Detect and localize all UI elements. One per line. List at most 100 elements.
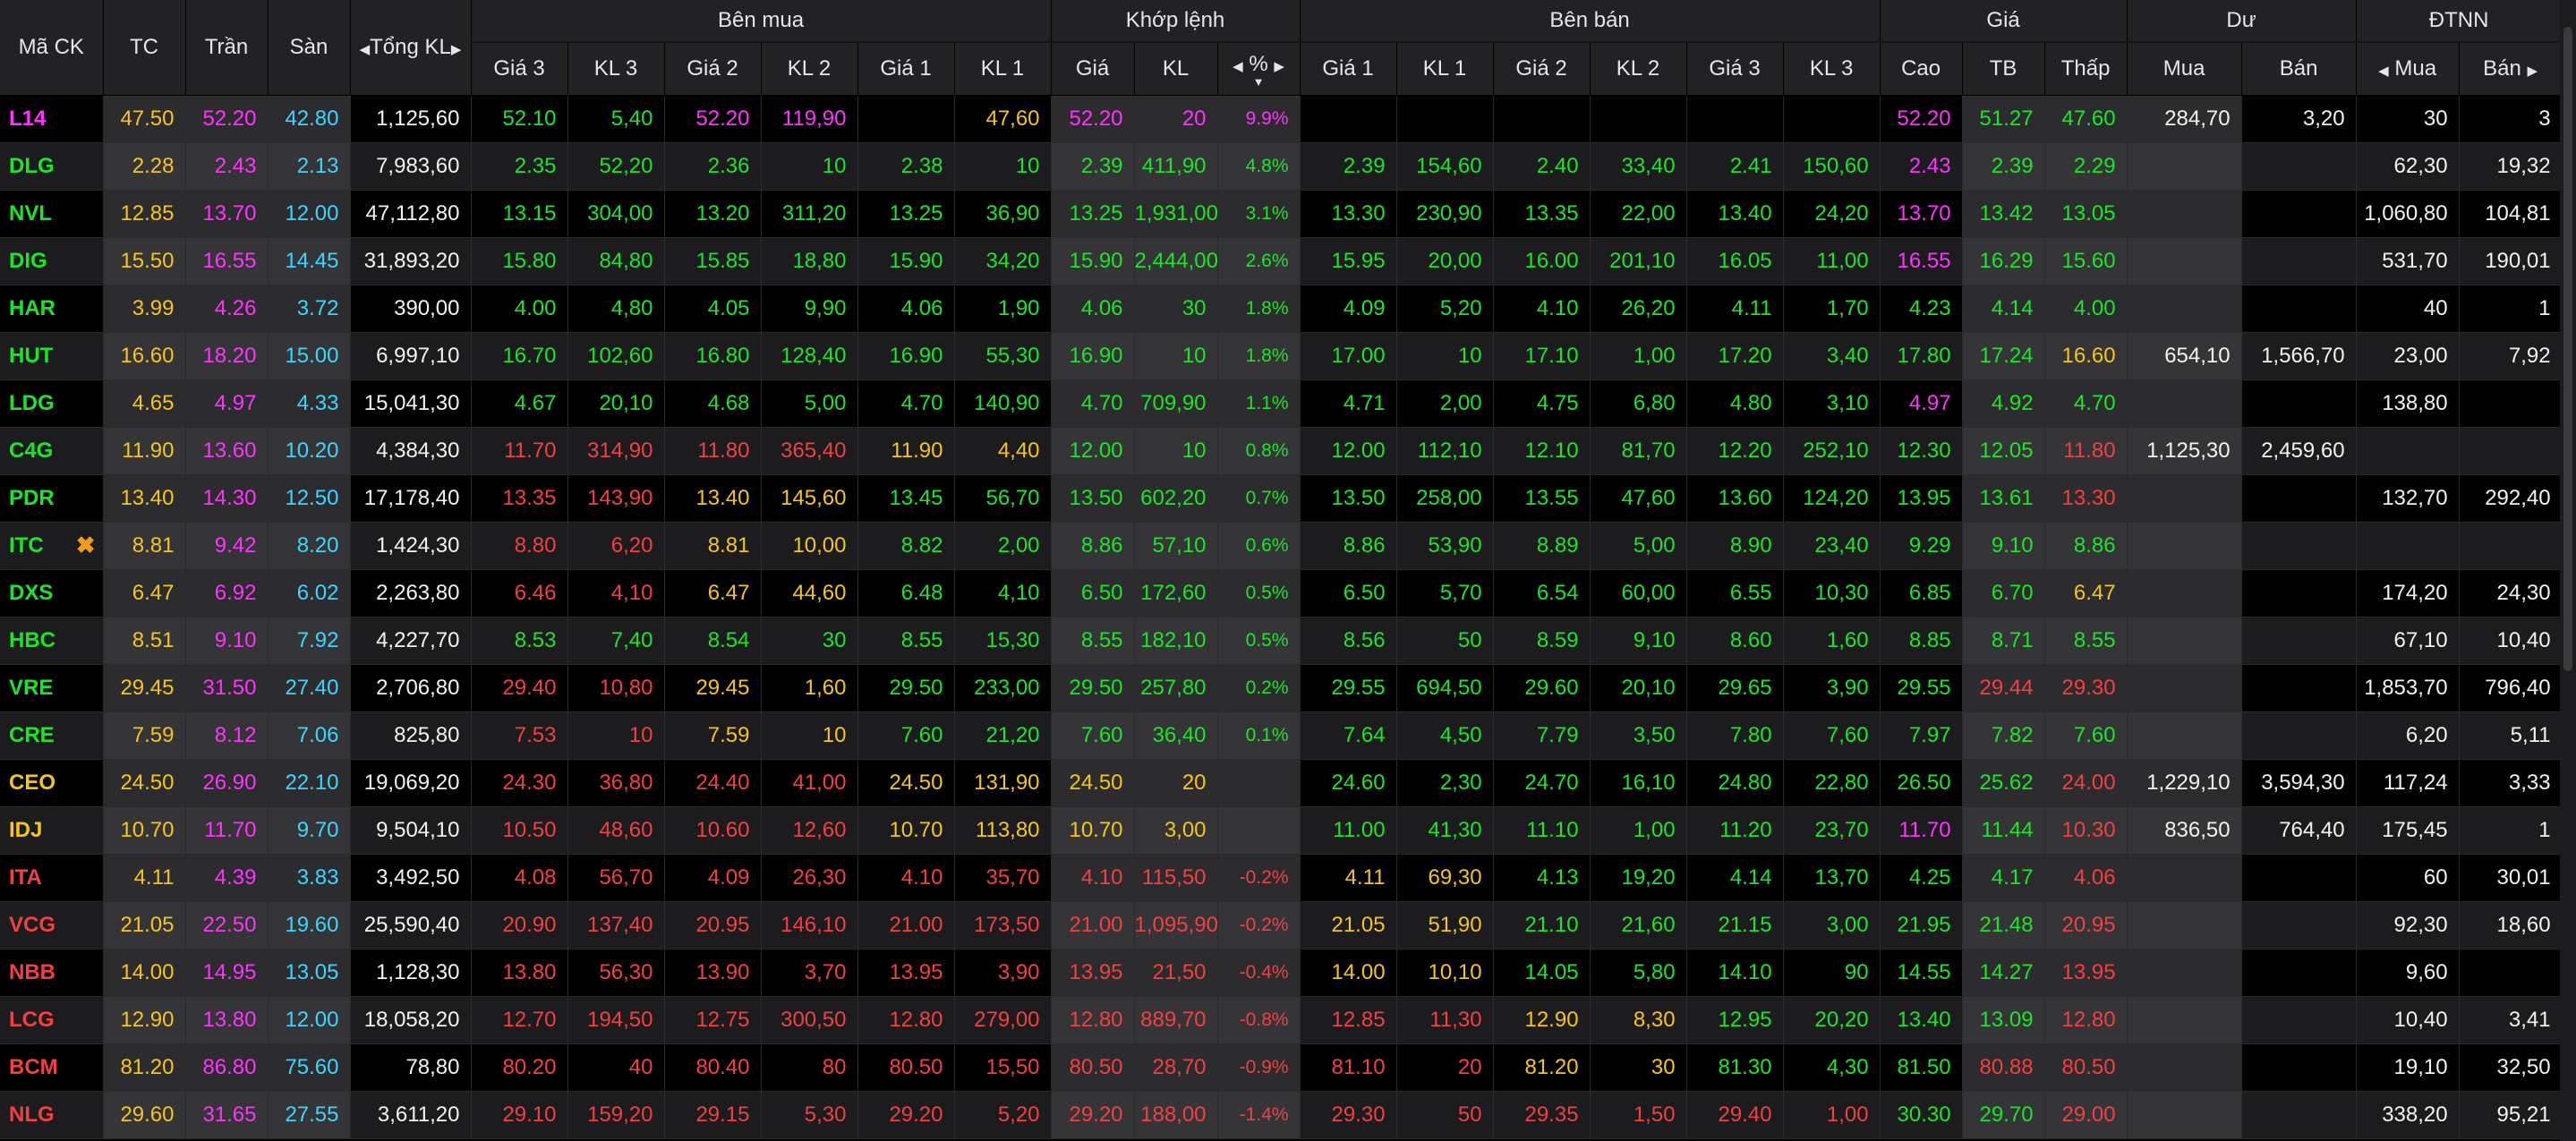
symbol-cell[interactable]: ITC ✖ [0, 522, 104, 570]
col-buy-price-3[interactable]: Giá 3 [471, 41, 568, 96]
table-row[interactable]: HUT 16.60 18.20 15.00 6,997,10 16.70 102,60 16.… [0, 332, 2563, 380]
col-high[interactable]: Cao [1880, 41, 1963, 96]
col-sell-price-1[interactable]: Giá 1 [1300, 41, 1397, 96]
symbol-cell[interactable]: HUT [0, 332, 104, 380]
table-row[interactable]: NBB 14.00 14.95 13.05 1,128,30 13.80 56,30 13.9… [0, 949, 2563, 997]
symbol-cell[interactable]: VCG [0, 901, 104, 949]
table-row[interactable]: CEO 24.50 26.90 22.10 19,069,20 24.30 36,80 24.… [0, 759, 2563, 807]
caret-right-icon[interactable]: ▶ [1274, 59, 1284, 74]
high-price: 4.23 [1880, 285, 1963, 333]
buy-vol-1: 47,60 [954, 95, 1052, 143]
caret-right-icon[interactable]: ▶ [451, 42, 462, 57]
caret-left-icon[interactable]: ◀ [360, 42, 371, 57]
symbol-cell[interactable]: NLG [0, 1091, 104, 1139]
scrollbar-thumb[interactable] [2563, 27, 2572, 671]
symbol-cell[interactable]: HAR [0, 285, 104, 333]
table-row[interactable]: VCG 21.05 22.50 19.60 25,590,40 20.90 137,40 20… [0, 901, 2563, 949]
col-floor[interactable]: Sàn [268, 0, 351, 96]
symbol-cell[interactable]: BCM [0, 1043, 104, 1092]
table-row[interactable]: DIG 15.50 16.55 14.45 31,893,20 15.80 84,80 15.… [0, 237, 2563, 285]
sell-vol-2: 21,60 [1590, 901, 1687, 949]
col-match-price[interactable]: Giá [1051, 41, 1135, 96]
symbol-cell[interactable]: IDJ [0, 806, 104, 855]
sell-vol-3: 3,40 [1783, 332, 1881, 380]
col-buy-vol-3[interactable]: KL 3 [567, 41, 665, 96]
caret-down-icon[interactable]: ▼ [1218, 76, 1300, 88]
col-foreign-sell[interactable]: Bán ▶ [2459, 41, 2563, 96]
buy-price-2: 24.40 [664, 759, 762, 807]
symbol-cell[interactable]: C4G [0, 427, 104, 475]
caret-left-icon[interactable]: ◀ [2378, 64, 2389, 79]
table-row[interactable]: LDG 4.65 4.97 4.33 15,041,30 4.67 20,10 4.68 5,0… [0, 379, 2563, 428]
col-buy-price-1[interactable]: Giá 1 [857, 41, 955, 96]
table-row[interactable]: HAR 3.99 4.26 3.72 390,00 4.00 4,80 4.05 9,90 4.0… [0, 285, 2563, 333]
col-low[interactable]: Thấp [2044, 41, 2128, 96]
col-sell-vol-2[interactable]: KL 2 [1590, 41, 1687, 96]
sell-vol-3: 11,00 [1783, 237, 1881, 285]
col-sell-price-2[interactable]: Giá 2 [1493, 41, 1591, 96]
col-total-volume[interactable]: ◀Tổng KL▶ [350, 0, 472, 96]
sell-price-1: 7.64 [1300, 711, 1397, 760]
table-row[interactable]: C4G 11.90 13.60 10.20 4,384,30 11.70 314,90 11.… [0, 427, 2563, 475]
symbol-cell[interactable]: DXS [0, 569, 104, 617]
col-match-pct[interactable]: ◀ % ▶ ▼ [1217, 41, 1301, 96]
table-row[interactable]: BCM 81.20 86.80 75.60 78,80 80.20 40 80.40 80 80.… [0, 1043, 2563, 1092]
col-match-vol[interactable]: KL [1134, 41, 1218, 96]
table-row[interactable]: IDJ 10.70 11.70 9.70 9,504,10 10.50 48,60 10.60… [0, 806, 2563, 855]
col-buy-vol-2[interactable]: KL 2 [761, 41, 858, 96]
sell-vol-2: 6,80 [1590, 379, 1687, 428]
col-buy-vol-1[interactable]: KL 1 [954, 41, 1052, 96]
sell-vol-3: 7,60 [1783, 711, 1881, 760]
symbol-cell[interactable]: NVL [0, 190, 104, 238]
table-row[interactable]: NVL 12.85 13.70 12.00 47,112,80 13.15 304,00 13… [0, 190, 2563, 238]
table-row[interactable]: DXS 6.47 6.92 6.02 2,263,80 6.46 4,10 6.47 44,60… [0, 569, 2563, 617]
symbol-cell[interactable]: LCG [0, 996, 104, 1044]
table-row[interactable]: VRE 29.45 31.50 27.40 2,706,80 29.40 10,80 29.4… [0, 664, 2563, 712]
buy-vol-3: 84,80 [567, 237, 665, 285]
table-row[interactable]: DLG 2.28 2.43 2.13 7,983,60 2.35 52,20 2.36 10 2.… [0, 142, 2563, 191]
buy-vol-3: 36,80 [567, 759, 665, 807]
caret-right-icon[interactable]: ▶ [2528, 64, 2538, 79]
table-row[interactable]: HBC 8.51 9.10 7.92 4,227,70 8.53 7,40 8.54 30 8.5… [0, 617, 2563, 665]
ref-price: 81.20 [103, 1043, 186, 1092]
caret-left-icon[interactable]: ◀ [1233, 59, 1243, 74]
col-sell-vol-1[interactable]: KL 1 [1396, 41, 1494, 96]
match-vol: 115,50 [1134, 854, 1218, 902]
col-avg[interactable]: TB [1962, 41, 2045, 96]
col-remain-buy[interactable]: Mua [2127, 41, 2242, 96]
col-foreign-buy[interactable]: ◀ Mua [2356, 41, 2460, 96]
symbol-cell[interactable]: CEO [0, 759, 104, 807]
symbol-cell[interactable]: LDG [0, 379, 104, 428]
symbol-cell[interactable]: ITA [0, 854, 104, 902]
table-row[interactable]: NLG 29.60 31.65 27.55 3,611,20 29.10 159,20 29.… [0, 1091, 2563, 1139]
symbol-cell[interactable]: L14 [0, 95, 104, 143]
match-price: 29.50 [1051, 664, 1135, 712]
col-sell-price-3[interactable]: Giá 3 [1686, 41, 1784, 96]
col-ref[interactable]: TC [103, 0, 186, 96]
total-volume: 1,128,30 [350, 949, 472, 997]
symbol-cell[interactable]: NBB [0, 949, 104, 997]
col-remain-sell[interactable]: Bán [2241, 41, 2357, 96]
table-row[interactable]: ITA 4.11 4.39 3.83 3,492,50 4.08 56,70 4.09 26,3… [0, 854, 2563, 902]
symbol-cell[interactable]: HBC [0, 617, 104, 665]
symbol-cell[interactable]: PDR [0, 474, 104, 523]
table-row[interactable]: PDR 13.40 14.30 12.50 17,178,40 13.35 143,90 13… [0, 474, 2563, 523]
symbol-cell[interactable]: VRE [0, 664, 104, 712]
symbol-cell[interactable]: DIG [0, 237, 104, 285]
sell-vol-3: 23,70 [1783, 806, 1881, 855]
table-row[interactable]: CRE 7.59 8.12 7.06 825,80 7.53 10 7.59 10 7.60 21,… [0, 711, 2563, 760]
close-x-icon[interactable]: ✖ [76, 532, 96, 559]
low-price: 16.60 [2044, 332, 2128, 380]
col-buy-price-2[interactable]: Giá 2 [664, 41, 762, 96]
symbol-cell[interactable]: CRE [0, 711, 104, 760]
table-row[interactable]: LCG 12.90 13.80 12.00 18,058,20 12.70 194,50 12… [0, 996, 2563, 1044]
col-symbol[interactable]: Mã CK [0, 0, 104, 96]
col-sell-vol-3[interactable]: KL 3 [1783, 41, 1881, 96]
symbol-cell[interactable]: DLG [0, 142, 104, 191]
remain-buy [2127, 569, 2242, 617]
table-row[interactable]: ITC ✖ 8.81 9.42 8.20 1,424,30 8.80 6,20 8.81 10,0… [0, 522, 2563, 570]
col-ceiling[interactable]: Trần [185, 0, 269, 96]
table-row[interactable]: L14 47.50 52.20 42.80 1,125,60 52.10 5,40 52.20… [0, 95, 2563, 143]
remain-buy: 654,10 [2127, 332, 2242, 380]
ceiling-price: 26.90 [185, 759, 269, 807]
